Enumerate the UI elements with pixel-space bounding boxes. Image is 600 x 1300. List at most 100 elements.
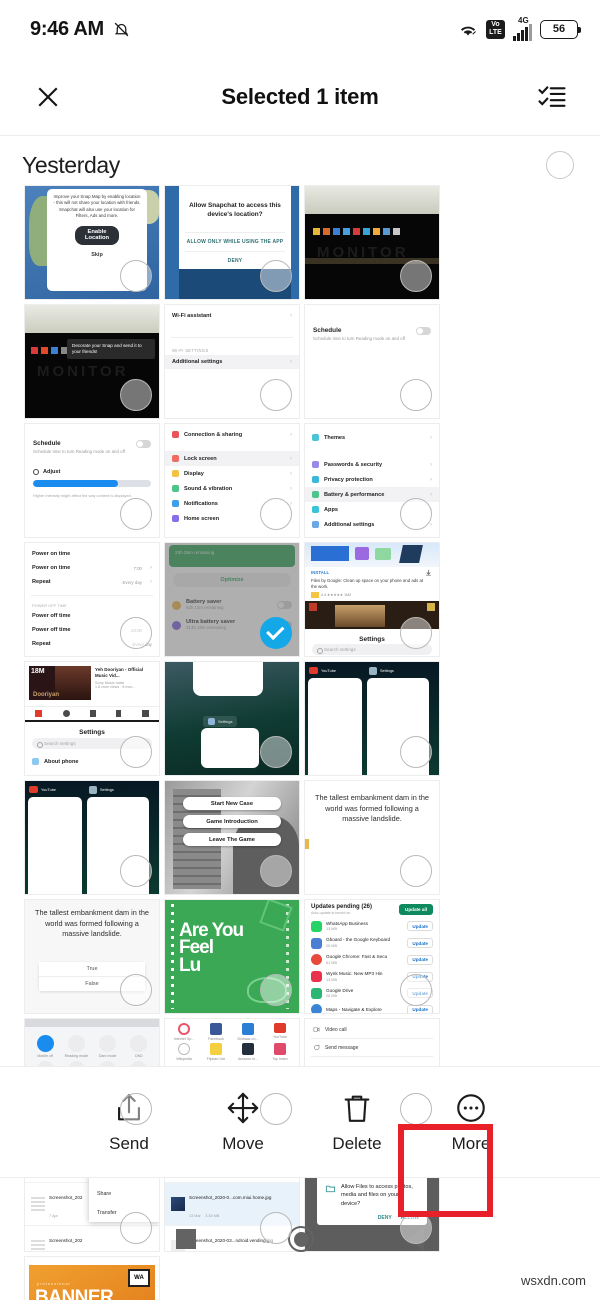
thumb-note: Higher intensity might affect the way co… — [33, 493, 132, 499]
send-label: Send — [109, 1133, 149, 1153]
thumbnail-split-screen-youtube-settings-b[interactable]: YouTube Settings — [24, 780, 160, 895]
thumbnail-snapchat-snapmap-enable-location[interactable]: Improve your Snap Map by enabling locati… — [24, 185, 160, 300]
thumb-app-size: 61 MB — [326, 960, 337, 965]
thumbnail-select-circle[interactable] — [120, 855, 152, 887]
thumbnail-select-circle[interactable] — [260, 498, 292, 530]
thumb-game-button: Start New Case — [183, 797, 281, 810]
thumbnail-select-circle[interactable] — [260, 736, 292, 768]
thumbnail-select-circle[interactable] — [120, 736, 152, 768]
thumbnail-play-store-files-by-google[interactable]: INSTALL Files by Google: Clean up space … — [304, 542, 440, 657]
thumbnail-select-circle[interactable] — [400, 855, 432, 887]
thumb-primary-button: Enable Location — [75, 225, 119, 245]
thumbnail-select-circle[interactable] — [120, 1212, 152, 1244]
delete-button[interactable]: Delete — [309, 1091, 405, 1154]
signal-4g-icon: 4G — [513, 16, 532, 41]
thumb-update-button: Update — [407, 1004, 433, 1013]
thumb-row-label: Wi-Fi assistant — [172, 313, 212, 319]
thumb-toggle — [416, 327, 431, 335]
thumbnail-settings-main-list[interactable]: Connection & sharing › Lock screen › Displ… — [164, 423, 300, 538]
thumb-video-title: Yeh Dooriyan - Official Music Vid... — [95, 667, 144, 678]
thumb-caption: Improve your Snap Map by enabling locati… — [53, 194, 141, 219]
thumbnail-select-circle[interactable] — [260, 974, 292, 1006]
thumbnail-select-circle[interactable] — [400, 379, 432, 411]
thumbnail-split-screen-home-drag[interactable]: Settings — [164, 661, 300, 776]
thumbnail-select-circle[interactable] — [120, 617, 152, 649]
thumbnail-snapchat-location-permission-dialog[interactable]: Allow Snapchat to access this device's l… — [164, 185, 300, 300]
thumb-allow-action: ALLOW ONLY WHILE USING THE APP — [186, 238, 284, 245]
thumbnail-select-circle[interactable] — [120, 1093, 152, 1125]
thumb-tile-label: Dark mode — [98, 1054, 117, 1058]
thumbnail-settings-themes-list[interactable]: Themes › Passwords & security › Privacy pr… — [304, 423, 440, 538]
thumb-app-size: 13 MB — [326, 977, 337, 982]
thumbnail-dark-desktop-screenshot-b[interactable]: Decorate your Snap and send it to your f… — [24, 304, 160, 419]
thumbnail-select-circle[interactable] — [260, 855, 292, 887]
thumbnail-select-circle[interactable] — [260, 1093, 292, 1125]
home-circle-icon[interactable] — [288, 1226, 315, 1252]
thumb-row-label: Themes — [324, 434, 346, 441]
thumb-shortcut-label: Amazon.in... — [238, 1057, 258, 1061]
thumbnail-select-circle[interactable] — [120, 974, 152, 1006]
thumbnail-battery-saver-settings[interactable]: 23h 35m remaining Optimize Battery saver… — [164, 542, 300, 657]
thumbnail-play-store-updates-pending[interactable]: Updates pending (26) Auto-update is turn… — [304, 899, 440, 1014]
recents-square-icon[interactable] — [176, 1229, 197, 1249]
thumbnail-select-circle[interactable] — [260, 260, 292, 292]
thumb-subheader: Auto-update is turned on — [311, 911, 351, 915]
thumb-row-label: Power on time — [32, 551, 71, 557]
more-button[interactable]: More — [423, 1091, 519, 1154]
thumbnail-select-circle[interactable] — [260, 379, 292, 411]
wifi-icon — [458, 21, 478, 38]
thumbnail-select-circle[interactable] — [400, 736, 432, 768]
thumbnail-select-check[interactable] — [260, 617, 292, 649]
thumbnail-select-circle[interactable] — [400, 1093, 432, 1125]
thumb-shortcut-label: Top Index — [272, 1057, 288, 1061]
thumb-send-message: Send message — [325, 1044, 359, 1051]
thumbnail-reading-mode-adjust[interactable]: Schedule Schedule time to turn Reading m… — [24, 423, 160, 538]
wat­ermark-text: wsxdn.com — [520, 1273, 586, 1288]
status-bar-clock: 9:46 AM — [30, 17, 104, 40]
page-title: Selected 1 item — [221, 83, 379, 109]
close-icon[interactable] — [26, 75, 70, 119]
thumbnail-select-circle[interactable] — [120, 498, 152, 530]
thumb-shortcut-label: Flipkart Lite — [206, 1057, 226, 1061]
select-all-checklist-icon[interactable] — [530, 75, 574, 119]
thumbnail-are-you-feeling-lucky-graphic[interactable]: Are You Feel Lu — [164, 899, 300, 1014]
thumb-video-meta: 1.8 crore views · 8 mon... — [95, 684, 136, 689]
thumb-update-button: Update — [407, 938, 433, 949]
thumbnail-select-circle[interactable] — [120, 379, 152, 411]
thumb-app-name: Maps - Navigate & Explore — [326, 1006, 382, 1012]
thumb-app-size: 13 MB — [326, 927, 337, 932]
status-bar: 9:46 AM Vo LTE 4G 56 — [0, 0, 600, 58]
thumbnail-select-circle[interactable] — [120, 260, 152, 292]
thumbnail-trivia-question-true-false[interactable]: The tallest embankment dam in the world … — [24, 899, 160, 1014]
thumbnail-split-screen-youtube-settings-a[interactable]: YouTube Settings — [304, 661, 440, 776]
thumb-app-left: YouTube — [321, 668, 336, 673]
thumb-row-label: Privacy protection — [324, 476, 373, 483]
thumb-app-name: Gboard - the Google Keyboard — [326, 937, 391, 943]
thumb-row-label: Battery & performance — [324, 491, 385, 498]
thumb-question: The tallest embankment dam in the world … — [35, 908, 149, 939]
thumbnail-select-circle[interactable] — [400, 617, 432, 649]
thumbnail-reading-mode-schedule[interactable]: Schedule Schedule time to turn Reading m… — [304, 304, 440, 419]
status-bar-right: Vo LTE 4G 56 — [458, 16, 581, 41]
thumbnail-select-circle[interactable] — [400, 1212, 432, 1244]
thumbnail-select-circle[interactable] — [400, 498, 432, 530]
thumb-game-button: Leave The Game — [183, 833, 281, 846]
action-bar: Selected 1 item — [0, 58, 600, 136]
thumbnail-select-circle[interactable] — [400, 260, 432, 292]
system-navigation-bar — [0, 1178, 600, 1300]
thumbnail-trivia-question-card[interactable]: The tallest embankment dam in the world … — [304, 780, 440, 895]
thumbnail-select-circle[interactable] — [260, 1212, 292, 1244]
thumb-shortcut-label: Facebook — [208, 1037, 224, 1041]
thumbnail-wifi-assistant-settings[interactable]: Wi-Fi assistant › WI-FI SETTINGS Addition… — [164, 304, 300, 419]
thumbnail-mystery-game-menu[interactable]: Start New Case Game Introduction Leave T… — [164, 780, 300, 895]
thumbnail-scheduled-power-on-off[interactable]: Power on time Power on time 7:00 › Repeat E… — [24, 542, 160, 657]
thumb-row-label: Additional settings — [172, 359, 223, 365]
section-select-circle[interactable] — [546, 151, 574, 179]
thumbnail-select-circle[interactable] — [400, 974, 432, 1006]
thumb-app-name: Google Chrome: Fast & Secu — [326, 954, 388, 959]
thumbnail-youtube-music-settings[interactable]: 18M Dooriyan Yeh Dooriyan - Official Mus… — [24, 661, 160, 776]
thumbnail-dark-desktop-screenshot-a[interactable]: MONITOR — [304, 185, 440, 300]
battery-level-text: 56 — [552, 23, 566, 35]
thumb-subtitle: Schedule time to turn Reading mode on an… — [313, 336, 405, 341]
thumb-app-name: WhatsApp Business — [326, 920, 368, 926]
